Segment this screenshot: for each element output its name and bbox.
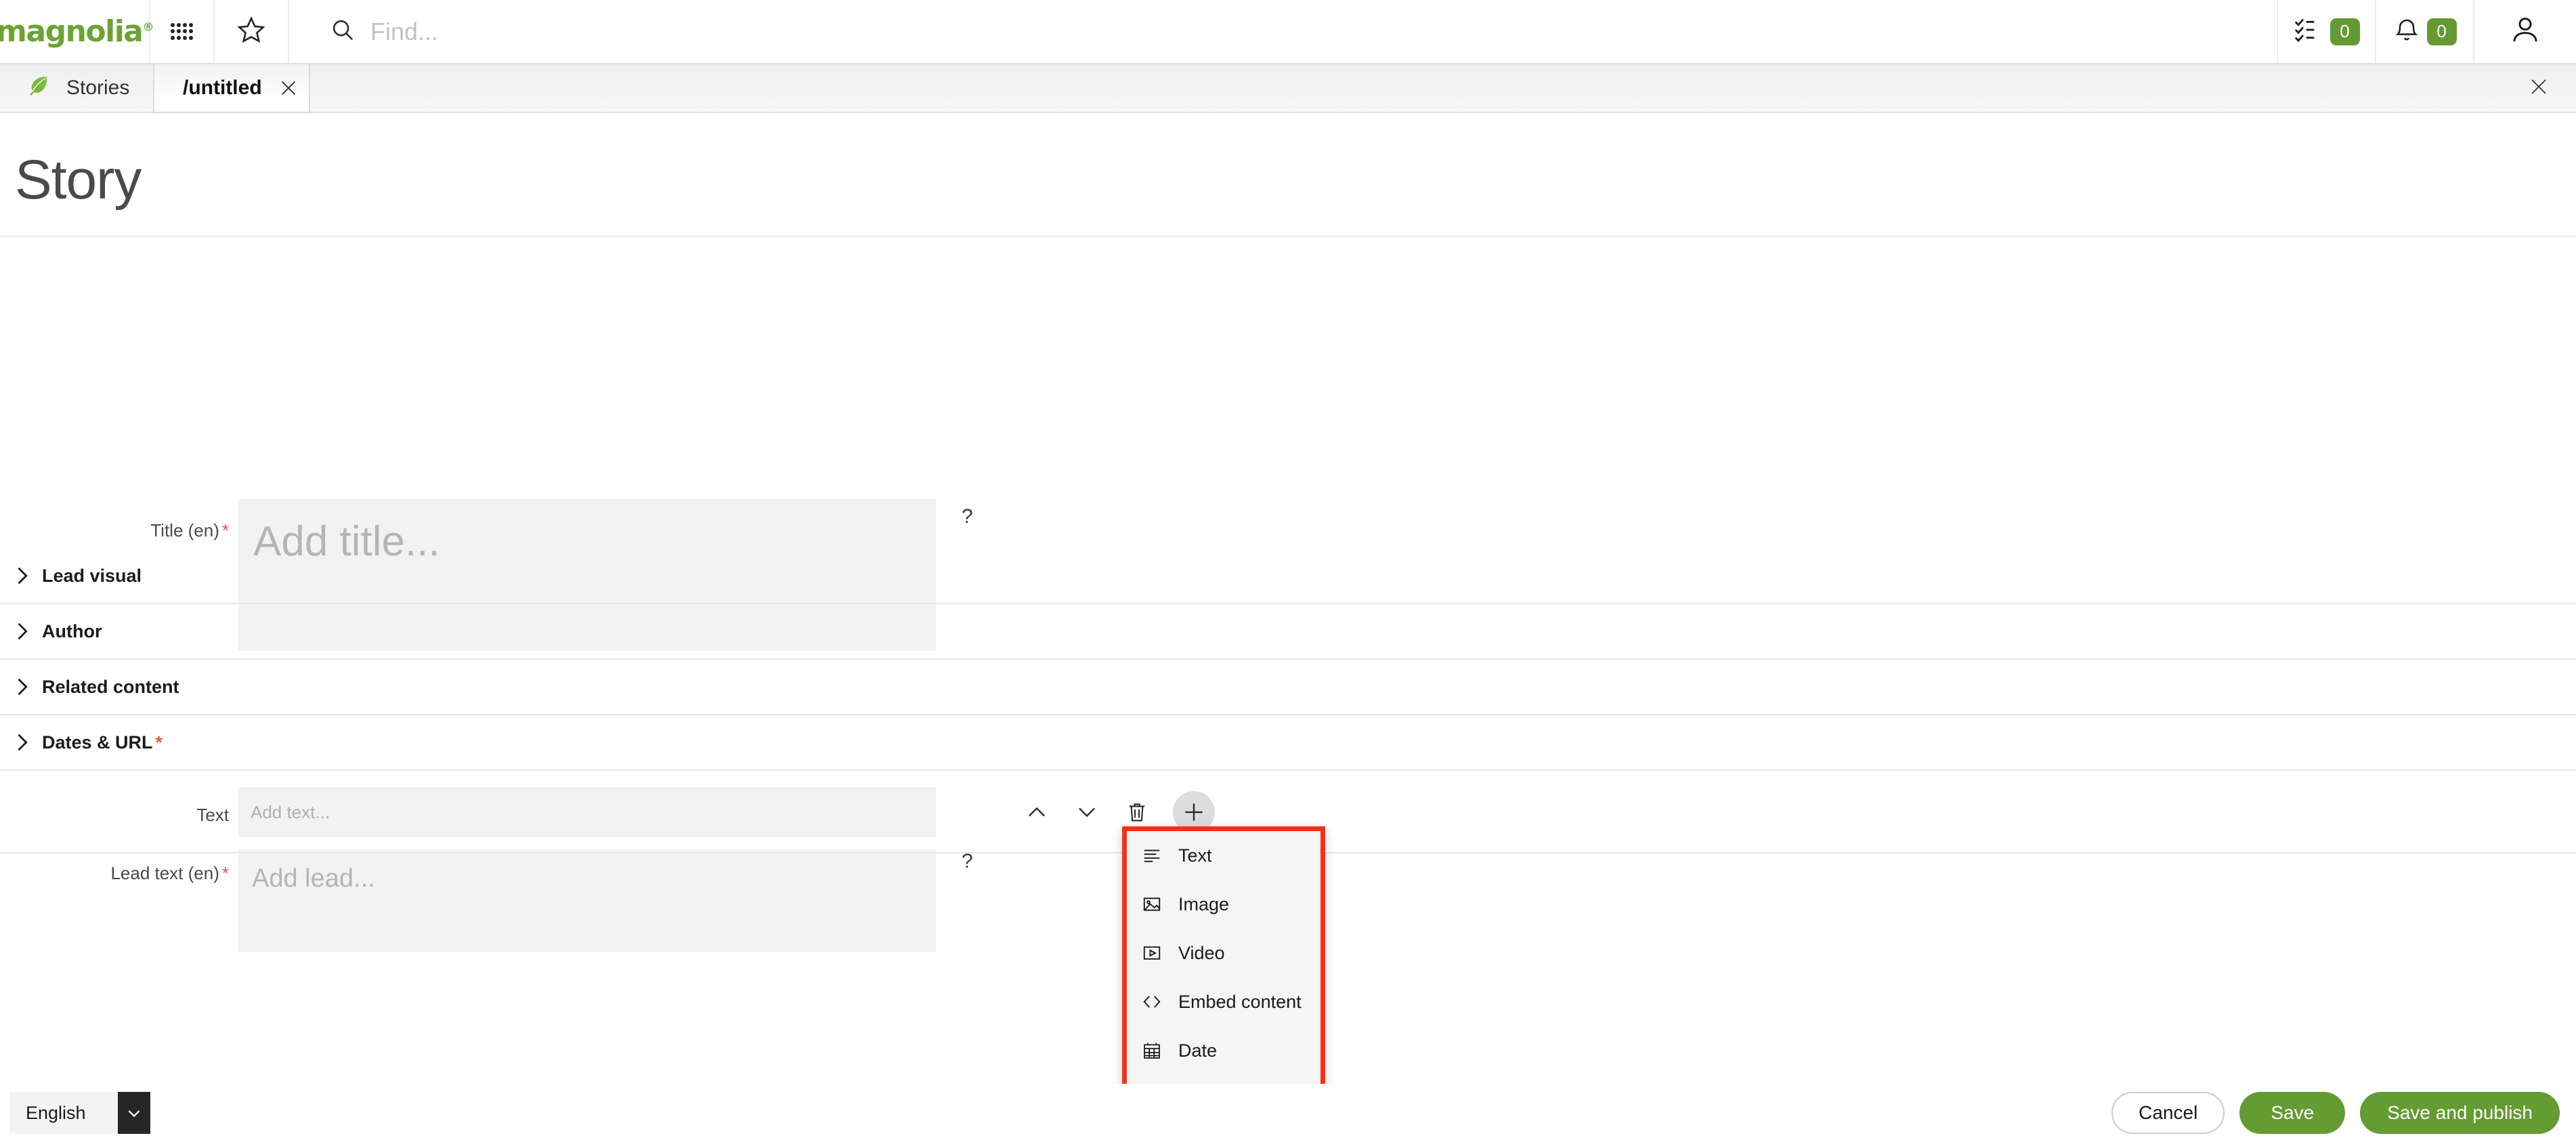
close-all-tabs-button[interactable] <box>2502 64 2576 112</box>
chevron-right-icon <box>9 619 34 643</box>
field-lead-label: Lead text (en) * <box>110 863 229 883</box>
menu-item-image[interactable]: Image <box>1127 880 1321 929</box>
save-and-publish-button[interactable]: Save and publish <box>2360 1092 2560 1134</box>
logo-registered-mark: ® <box>142 20 154 35</box>
language-dropdown-button[interactable] <box>118 1092 150 1134</box>
align-left-icon <box>1140 845 1163 866</box>
menu-item-video[interactable]: Video <box>1127 929 1321 977</box>
tasks-button[interactable]: 0 <box>2278 0 2376 63</box>
section-author[interactable]: Author <box>0 604 2576 660</box>
menu-item-date[interactable]: Date <box>1127 1026 1321 1075</box>
video-play-icon <box>1140 943 1163 963</box>
section-related-content-label: Related content <box>42 676 179 697</box>
calendar-icon <box>1140 1040 1163 1061</box>
add-component-dropdown-menu: Text Image Video Embed content Date <box>1122 826 1325 1128</box>
tab-bar-spacer <box>310 64 2502 112</box>
save-button[interactable]: Save <box>2239 1092 2346 1134</box>
star-icon <box>236 15 266 48</box>
user-menu-button[interactable] <box>2474 0 2576 63</box>
required-asterisk: * <box>221 863 229 883</box>
title-help-icon[interactable]: ? <box>962 505 973 528</box>
menu-item-date-label: Date <box>1178 1040 1218 1061</box>
story-form: Title (en) * Add title... ? Lead text (en… <box>0 237 2576 952</box>
close-icon <box>2528 76 2550 101</box>
page-title: Story <box>15 149 142 211</box>
lead-text-input[interactable]: Add lead... <box>238 849 936 952</box>
language-value: English <box>9 1092 118 1134</box>
field-title-label: Title (en) * <box>150 520 229 541</box>
search-input[interactable]: Find... <box>370 18 438 46</box>
menu-item-embed-content-label: Embed content <box>1178 991 1302 1012</box>
section-dates-url[interactable]: Dates & URL * <box>0 715 2576 771</box>
tab-stories[interactable]: Stories <box>0 64 154 112</box>
tab-stories-label: Stories <box>66 77 130 99</box>
logo-text: magnolia <box>0 14 144 49</box>
sections-list: Lead visual Author Related content Dates… <box>0 549 2576 771</box>
tasks-count-badge: 0 <box>2330 18 2360 45</box>
chevron-right-icon <box>9 675 34 699</box>
move-down-button[interactable] <box>1073 798 1101 826</box>
required-asterisk: * <box>155 732 163 753</box>
chevron-right-icon <box>9 564 34 588</box>
search-icon <box>330 17 356 46</box>
user-avatar-icon <box>2510 14 2541 49</box>
menu-item-text-label: Text <box>1178 845 1212 866</box>
menu-item-embed-content[interactable]: Embed content <box>1127 977 1321 1026</box>
component-text-placeholder: Add text... <box>251 802 330 822</box>
section-lead-visual[interactable]: Lead visual <box>0 549 2576 604</box>
section-lead-visual-label: Lead visual <box>42 565 142 586</box>
section-author-label: Author <box>42 620 102 641</box>
search-bar[interactable]: Find... <box>289 0 2278 63</box>
notifications-button[interactable]: 0 <box>2376 0 2474 63</box>
apps-grid-icon <box>170 22 194 41</box>
leaf-icon <box>27 74 50 102</box>
top-header-bar: magnolia® Find... 0 0 <box>0 0 2576 64</box>
footer-buttons: Cancel Save Save and publish <box>2111 1092 2560 1134</box>
move-up-button[interactable] <box>1023 798 1051 826</box>
bell-icon <box>2393 16 2420 47</box>
code-brackets-icon <box>1140 992 1163 1012</box>
favorites-button[interactable] <box>215 0 289 63</box>
tab-bar: Stories /untitled <box>0 64 2576 113</box>
field-title: Title (en) * Add title... ? <box>0 237 2576 651</box>
component-text-label: Text <box>196 805 229 825</box>
notifications-count-badge: 0 <box>2426 18 2457 45</box>
section-dates-url-label: Dates & URL * <box>42 732 163 753</box>
apps-launcher-button[interactable] <box>150 0 215 63</box>
menu-item-text[interactable]: Text <box>1127 831 1321 880</box>
image-icon <box>1140 894 1163 914</box>
language-selector[interactable]: English <box>9 1092 150 1134</box>
menu-item-video-label: Video <box>1178 942 1225 963</box>
chevron-right-icon <box>9 730 34 755</box>
tab-untitled-label: /untitled <box>183 77 262 99</box>
component-text-input[interactable]: Add text... <box>238 787 936 837</box>
cancel-button[interactable]: Cancel <box>2111 1092 2225 1134</box>
section-related-content[interactable]: Related content <box>0 660 2576 715</box>
lead-text-placeholder: Add lead... <box>252 864 375 893</box>
magnolia-logo[interactable]: magnolia® <box>0 0 154 63</box>
tab-close-icon[interactable] <box>278 78 299 98</box>
tasks-checklist-icon <box>2294 16 2323 47</box>
tab-untitled[interactable]: /untitled <box>154 64 310 112</box>
menu-item-image-label: Image <box>1178 893 1230 914</box>
required-asterisk: * <box>221 520 229 541</box>
lead-text-help-icon[interactable]: ? <box>962 850 973 873</box>
footer-bar: English Cancel Save Save and publish <box>0 1084 2576 1142</box>
page-title-region: Story <box>0 113 2576 237</box>
delete-component-button[interactable] <box>1123 798 1151 826</box>
